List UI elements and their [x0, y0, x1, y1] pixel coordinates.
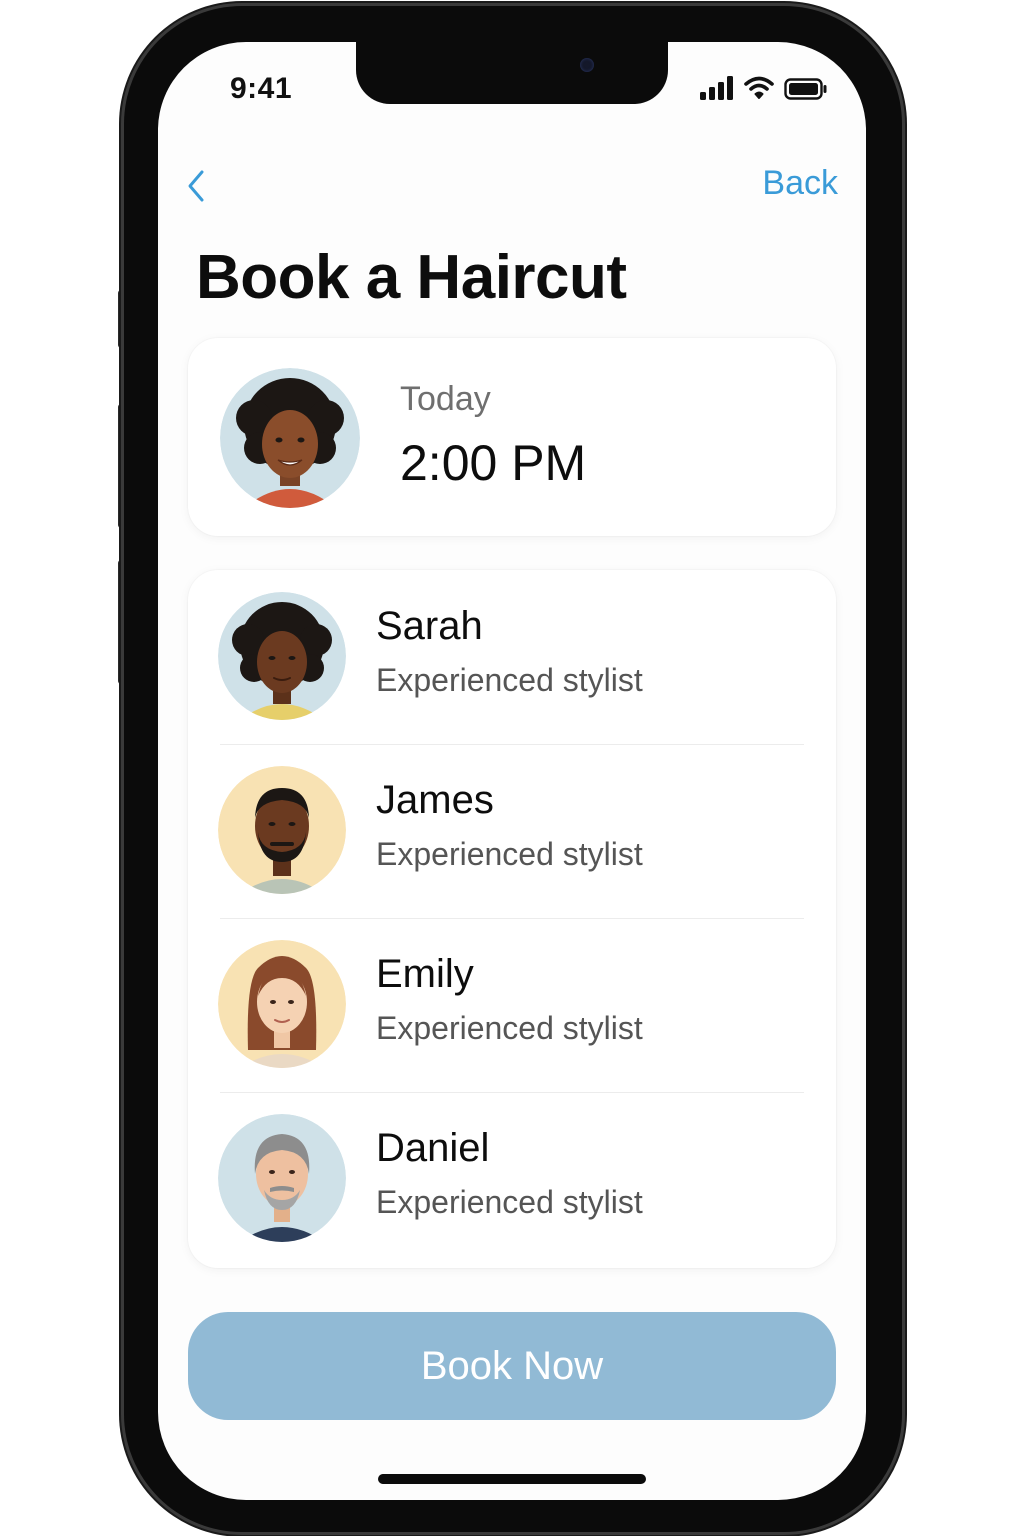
stylist-avatar-sarah [218, 592, 346, 720]
stylist-subtitle: Experienced stylist [376, 1184, 643, 1220]
stylist-avatar-emily [218, 940, 346, 1068]
stylist-subtitle: Experienced stylist [376, 662, 643, 698]
wifi-icon [744, 76, 774, 99]
stylist-name: Emily [376, 952, 474, 996]
stylist-row-sarah[interactable]: Sarah Experienced stylist [188, 570, 836, 744]
stylist-name: Daniel [376, 1126, 490, 1170]
back-button[interactable]: Back [762, 164, 838, 203]
book-now-button[interactable]: Book Now [188, 1312, 836, 1420]
status-time: 9:41 [230, 72, 293, 105]
stylist-name: James [376, 778, 494, 822]
battery-icon [784, 78, 827, 100]
stage: 9:41 Back Book a Haircut Today 2:00 PM S… [0, 0, 1024, 1536]
page-title: Book a Haircut [196, 243, 627, 312]
appointment-time: 2:00 PM [400, 435, 587, 491]
stylist-row-emily[interactable]: Emily Experienced stylist [188, 918, 836, 1092]
back-chevron-icon[interactable] [182, 166, 212, 206]
phone-screen: 9:41 Back Book a Haircut Today 2:00 PM S… [158, 42, 866, 1500]
stylist-subtitle: Experienced stylist [376, 1010, 643, 1046]
home-indicator [378, 1474, 646, 1484]
appointment-day: Today [400, 380, 491, 418]
stylist-avatar-james [218, 766, 346, 894]
signal-icon [700, 76, 733, 100]
front-camera [580, 58, 594, 72]
notch [356, 42, 668, 104]
stylist-list: Sarah Experienced stylist James Experien… [188, 570, 836, 1268]
stylist-name: Sarah [376, 604, 483, 648]
stylist-avatar-daniel [218, 1114, 346, 1242]
appointment-avatar [220, 368, 360, 508]
stylist-subtitle: Experienced stylist [376, 836, 643, 872]
stylist-row-james[interactable]: James Experienced stylist [188, 744, 836, 918]
stylist-row-daniel[interactable]: Daniel Experienced stylist [188, 1092, 836, 1266]
status-icons [700, 76, 828, 100]
appointment-card[interactable]: Today 2:00 PM [188, 338, 836, 536]
